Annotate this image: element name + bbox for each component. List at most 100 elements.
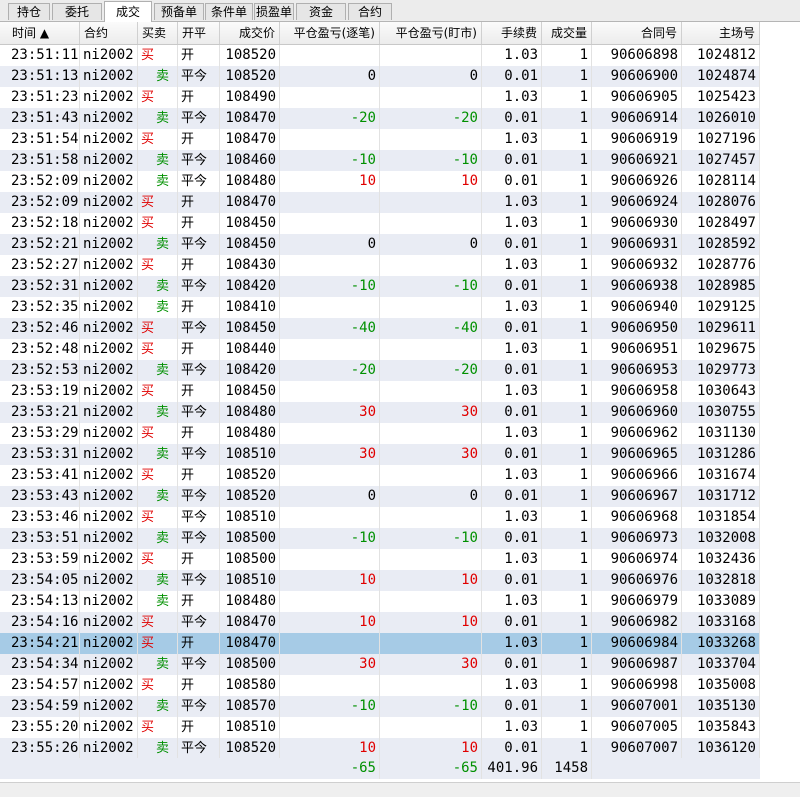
table-row[interactable]: 23:52:18 ni2002 买开 108450 1.03 1 90606930 10284… [0,213,760,234]
table-row[interactable]: 23:51:58 ni2002 卖平今 108460 -10 -10 0.01 1 906069… [0,150,760,171]
cell-match-id: 1031712 [682,486,760,507]
cell-contract: ni2002 [80,402,138,423]
pnl-mtm-header[interactable]: 平仓盈亏(盯市) [380,22,482,44]
cell-contract: ni2002 [80,570,138,591]
table-row[interactable]: 23:55:20 ni2002 买开 108510 1.03 1 90607005 10358… [0,717,760,738]
table-row[interactable]: 23:52:48 ni2002 买开 108440 1.03 1 90606951 10296… [0,339,760,360]
cell-time: 23:52:53 [8,360,80,381]
table-row[interactable]: 23:54:16 ni2002 买平今 108470 10 10 0.01 1 90606982… [0,612,760,633]
cell-order-id: 90606960 [592,402,682,423]
cell-time: 23:53:41 [8,465,80,486]
cell-pnl-trade: 0 [280,234,380,255]
table-row[interactable]: 23:53:21 ni2002 卖平今 108480 30 30 0.01 1 90606960… [0,402,760,423]
table-row[interactable]: 23:52:31 ni2002 卖平今 108420 -10 -10 0.01 1 906069… [0,276,760,297]
cell-qty: 1 [542,654,592,675]
table-row[interactable]: 23:53:59 ni2002 买开 108500 1.03 1 90606974 10324… [0,549,760,570]
table-row[interactable]: 23:51:13 ni2002 卖平今 108520 0 0 0.01 1 90606900 10… [0,66,760,87]
table-row[interactable]: 23:53:29 ni2002 买开 108480 1.03 1 90606962 10311… [0,423,760,444]
table-row[interactable]: 23:54:05 ni2002 卖平今 108510 10 10 0.01 1 90606976… [0,570,760,591]
tab-5[interactable]: 损盈单 [254,3,294,20]
cell-pnl-mtm [380,633,482,654]
cell-contract: ni2002 [80,213,138,234]
cell-open-close: 开 [178,423,220,444]
table-row[interactable]: 23:52:09 ni2002 卖平今 108480 10 10 0.01 1 90606926… [0,171,760,192]
tab-3[interactable]: 预备单 [154,3,204,20]
table-row[interactable]: 23:54:34 ni2002 卖平今 108500 30 30 0.01 1 90606987… [0,654,760,675]
time-header[interactable]: 时间 ▲ [8,22,80,44]
cell-open-close: 平今 [178,108,220,129]
tab-6[interactable]: 资金 [296,3,346,20]
cell-fee: 1.03 [482,675,542,696]
cell-order-id: 90606979 [592,591,682,612]
cell-pnl-trade [280,192,380,213]
horizontal-scrollbar[interactable] [0,782,800,797]
tab-4[interactable]: 条件单 [205,3,253,20]
table-row[interactable]: 23:52:21 ni2002 卖平今 108450 0 0 0.01 1 90606931 10… [0,234,760,255]
table-row[interactable]: 23:52:46 ni2002 买平今 108450 -40 -40 0.01 1 906069… [0,318,760,339]
cell-side: 买 [138,633,178,654]
table-row[interactable]: 23:53:46 ni2002 买平今 108510 1.03 1 90606968 1031… [0,507,760,528]
pnl-trade-header[interactable]: 平仓盈亏(逐笔) [280,22,380,44]
cell-qty: 1 [542,444,592,465]
tab-2[interactable]: 成交 [104,1,152,22]
tab-0[interactable]: 持仓 [8,3,50,20]
table-row[interactable]: 23:53:43 ni2002 卖平今 108520 0 0 0.01 1 90606967 10… [0,486,760,507]
price-header[interactable]: 成交价 [220,22,280,44]
cell-pnl-mtm: -10 [380,696,482,717]
cell-contract: ni2002 [80,276,138,297]
tab-7[interactable]: 合约 [348,3,392,20]
qty-header[interactable]: 成交量 [542,22,592,44]
match-id-header[interactable]: 主场号 [682,22,760,44]
cell-order-id: 90606982 [592,612,682,633]
table-row[interactable]: 23:52:53 ni2002 卖平今 108420 -20 -20 0.01 1 906069… [0,360,760,381]
table-row[interactable]: 23:54:13 ni2002 卖开 108480 1.03 1 90606979 10330… [0,591,760,612]
table-row[interactable]: 23:53:19 ni2002 买开 108450 1.03 1 90606958 10306… [0,381,760,402]
open-close-header[interactable]: 开平 [178,22,220,44]
table-row[interactable]: 23:51:54 ni2002 买开 108470 1.03 1 90606919 10271… [0,129,760,150]
cell-fee: 1.03 [482,465,542,486]
cell-pnl-mtm: -40 [380,318,482,339]
cell-pnl-mtm: 0 [380,234,482,255]
cell-match-id: 1031854 [682,507,760,528]
table-row[interactable]: 23:52:27 ni2002 买开 108430 1.03 1 90606932 10287… [0,255,760,276]
cell-contract: ni2002 [80,444,138,465]
cell-pnl-mtm [380,675,482,696]
table-row[interactable]: 23:51:23 ni2002 买开 108490 1.03 1 90606905 10254… [0,87,760,108]
cell-match-id: 1029125 [682,297,760,318]
cell-qty: 1 [542,507,592,528]
cell-open-close: 开 [178,675,220,696]
table-row[interactable]: 23:54:57 ni2002 买开 108580 1.03 1 90606998 10350… [0,675,760,696]
cell-order-id: 90606900 [592,66,682,87]
contract-header[interactable]: 合约 [80,22,138,44]
cell-open-close: 开 [178,45,220,66]
cell-contract: ni2002 [80,591,138,612]
table-row[interactable]: 23:54:21 ni2002 买开 108470 1.03 1 90606984 10332… [0,633,760,654]
cell-order-id: 90606919 [592,129,682,150]
table-row[interactable]: 23:55:26 ni2002 卖平今 108520 10 10 0.01 1 90607007… [0,738,760,759]
table-row[interactable]: 23:53:41 ni2002 买开 108520 1.03 1 90606966 10316… [0,465,760,486]
order-id-header[interactable]: 合同号 [592,22,682,44]
cell-qty: 1 [542,318,592,339]
cell-price: 108450 [220,234,280,255]
cell-match-id: 1033704 [682,654,760,675]
cell-qty: 1 [542,129,592,150]
table-row[interactable]: 23:52:09 ni2002 买开 108470 1.03 1 90606924 10280… [0,192,760,213]
cell-order-id: 90606898 [592,45,682,66]
cell-pnl-mtm: 30 [380,654,482,675]
cell-open-close: 开 [178,297,220,318]
table-row[interactable]: 23:51:43 ni2002 卖平今 108470 -20 -20 0.01 1 906069… [0,108,760,129]
side-header[interactable]: 买卖 [138,22,178,44]
cell-time: 23:51:13 [8,66,80,87]
cell-match-id: 1032008 [682,528,760,549]
table-row[interactable]: 23:52:35 ni2002 卖开 108410 1.03 1 90606940 10291… [0,297,760,318]
cell-qty: 1 [542,171,592,192]
cell-side: 买 [138,87,178,108]
table-row[interactable]: 23:51:11 ni2002 买开 108520 1.03 1 90606898 10248… [0,45,760,66]
cell-price: 108480 [220,423,280,444]
tab-1[interactable]: 委托 [52,3,102,20]
table-row[interactable]: 23:53:31 ni2002 卖平今 108510 30 30 0.01 1 90606965… [0,444,760,465]
cell-qty: 1 [542,591,592,612]
fee-header[interactable]: 手续费 [482,22,542,44]
table-row[interactable]: 23:53:51 ni2002 卖平今 108500 -10 -10 0.01 1 906069… [0,528,760,549]
table-row[interactable]: 23:54:59 ni2002 卖平今 108570 -10 -10 0.01 1 906070… [0,696,760,717]
